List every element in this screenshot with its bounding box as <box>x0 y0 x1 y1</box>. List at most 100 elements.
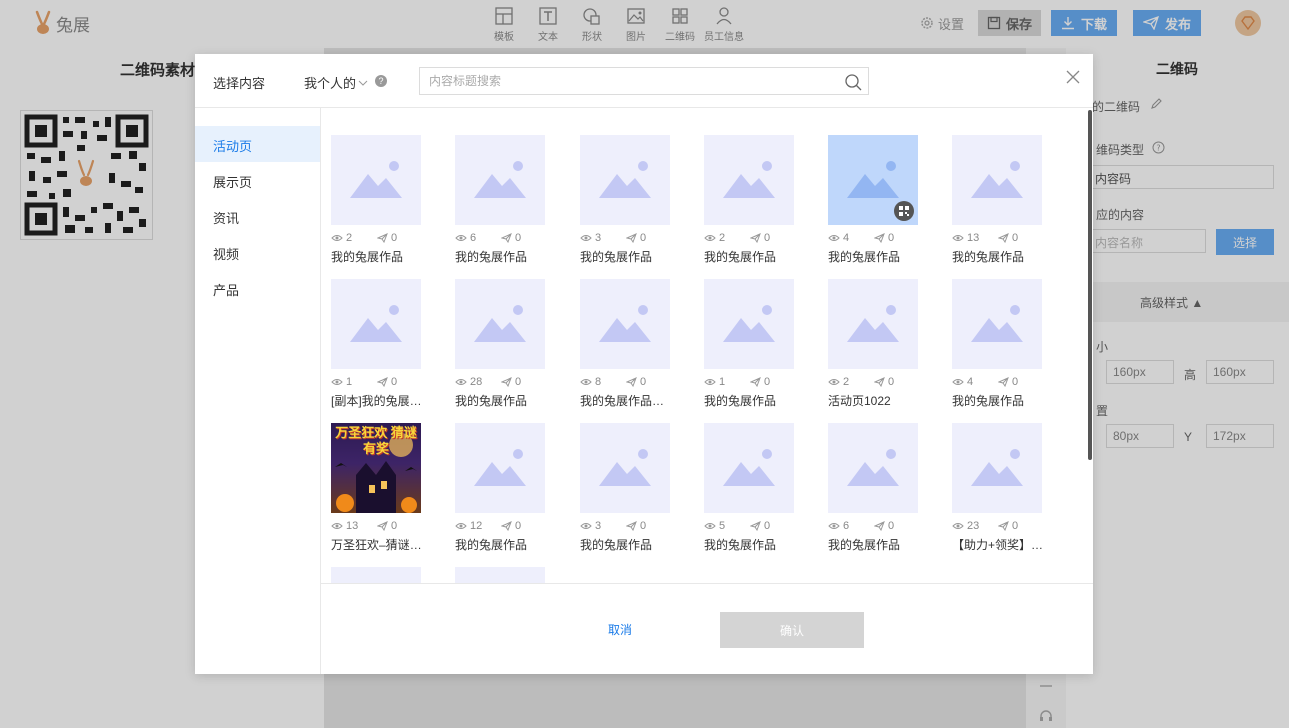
eye-icon <box>455 235 467 241</box>
content-card[interactable]: 23 0 【助力+领奖】活动 <box>952 423 1062 553</box>
eye-icon <box>580 523 592 529</box>
view-count: 2 <box>843 376 850 388</box>
eye-icon <box>704 379 716 385</box>
search-icon[interactable] <box>844 73 862 91</box>
content-card[interactable]: 5 0 我的兔展作品 <box>704 423 814 553</box>
content-card[interactable]: 4 0 我的兔展作品 <box>952 279 1062 409</box>
view-count: 4 <box>843 232 850 244</box>
image-placeholder-icon <box>474 305 526 342</box>
nav-item-activity-page[interactable]: 活动页 <box>195 126 320 162</box>
search-input[interactable] <box>420 68 830 94</box>
image-placeholder-icon <box>723 449 775 486</box>
view-count: 4 <box>967 376 974 388</box>
content-thumbnail <box>455 279 545 369</box>
nav-item-showcase-page[interactable]: 展示页 <box>195 162 320 198</box>
content-card[interactable]: 28 0 我的兔展作品 <box>455 279 565 409</box>
share-icon <box>626 233 637 243</box>
cancel-button[interactable]: 取消 <box>608 621 632 638</box>
content-thumbnail <box>828 279 918 369</box>
content-stats: 40 <box>828 232 938 244</box>
content-stats: 80 <box>580 376 690 388</box>
view-count: 2 <box>719 232 726 244</box>
content-card[interactable]: 8 0 我的兔展作品作品 <box>580 279 690 409</box>
content-grid[interactable]: 2 0 我的兔展作品 6 0 我的兔展作品 3 0 我的兔展作品 2 0 我的兔展作品 4 0 我的兔展作品… <box>321 108 1093 583</box>
content-card[interactable]: 6 0 我的兔展作品 <box>828 423 938 553</box>
halloween-poster-thumbnail: 万圣狂欢 猜谜有奖 <box>331 423 421 513</box>
content-thumbnail <box>828 423 918 513</box>
content-card[interactable]: 3 0 我的兔展作品 <box>580 135 690 265</box>
share-count: 0 <box>515 520 522 532</box>
share-icon <box>998 521 1009 531</box>
dialog-header: 选择内容 我个人的 ? <box>195 54 1093 108</box>
nav-item-news[interactable]: 资讯 <box>195 198 320 234</box>
content-thumbnail <box>580 423 670 513</box>
eye-icon <box>331 235 343 241</box>
content-title: 我的兔展作品 <box>704 538 777 552</box>
content-card-partial[interactable] <box>455 567 565 583</box>
share-count: 0 <box>1012 376 1019 388</box>
help-icon[interactable]: ? <box>375 75 387 87</box>
content-thumbnail <box>580 135 670 225</box>
content-stats: 10 <box>331 376 441 388</box>
content-thumbnail <box>455 423 545 513</box>
view-count: 28 <box>470 376 483 388</box>
content-stats: 20 <box>331 232 441 244</box>
eye-icon <box>455 523 467 529</box>
content-title: 我的兔展作品 <box>580 250 653 264</box>
chevron-down-icon <box>358 80 368 86</box>
content-card[interactable]: 6 0 我的兔展作品 <box>455 135 565 265</box>
eye-icon <box>455 379 467 385</box>
share-icon <box>377 521 388 531</box>
share-icon <box>874 521 885 531</box>
scope-dropdown[interactable]: 我个人的 <box>304 73 368 92</box>
content-card[interactable]: 2 0 活动页1022 <box>828 279 938 409</box>
content-stats: 40 <box>952 376 1062 388</box>
content-thumbnail <box>952 135 1042 225</box>
content-title: 活动页1022 <box>828 394 891 408</box>
content-stats: 30 <box>580 520 690 532</box>
content-card[interactable]: 4 0 我的兔展作品 <box>828 135 938 265</box>
share-count: 0 <box>764 232 771 244</box>
view-count: 13 <box>967 232 980 244</box>
share-icon <box>377 233 388 243</box>
share-count: 0 <box>391 520 398 532</box>
share-count: 0 <box>1012 520 1019 532</box>
content-card[interactable]: 2 0 我的兔展作品 <box>704 135 814 265</box>
content-title: 我的兔展作品 <box>828 538 901 552</box>
confirm-button[interactable]: 确认 <box>720 612 864 648</box>
content-card-partial[interactable] <box>331 567 441 583</box>
content-card[interactable]: 3 0 我的兔展作品 <box>580 423 690 553</box>
content-stats: 10 <box>704 376 814 388</box>
content-title: 我的兔展作品 <box>704 394 777 408</box>
share-icon <box>874 377 885 387</box>
share-count: 0 <box>1012 232 1019 244</box>
dialog-footer: 取消 确认 <box>321 583 1093 674</box>
dialog-title: 选择内容 <box>213 76 266 91</box>
share-count: 0 <box>640 232 647 244</box>
close-icon[interactable] <box>1065 69 1081 85</box>
content-card[interactable]: 万圣狂欢 猜谜有奖 13 0 万圣狂欢–猜谜有奖 <box>331 423 441 553</box>
image-placeholder-icon <box>599 305 651 342</box>
content-card[interactable]: 2 0 我的兔展作品 <box>331 135 441 265</box>
share-count: 0 <box>391 232 398 244</box>
nav-item-video[interactable]: 视频 <box>195 234 320 270</box>
view-count: 13 <box>346 520 359 532</box>
content-card[interactable]: 10[副本]我的兔展作品 <box>331 279 441 409</box>
content-title: 我的兔展作品 <box>331 250 404 264</box>
content-card[interactable]: 13 0 我的兔展作品 <box>952 135 1062 265</box>
content-card[interactable]: 12 0 我的兔展作品 <box>455 423 565 553</box>
qrcode-badge-icon[interactable] <box>894 201 914 221</box>
share-icon <box>501 233 512 243</box>
content-stats: 30 <box>580 232 690 244</box>
search-box <box>419 67 869 95</box>
poster-title: 万圣狂欢 猜谜有奖 <box>335 425 417 456</box>
nav-item-product[interactable]: 产品 <box>195 270 320 306</box>
content-title: 【助力+领奖】活动 <box>952 538 1044 552</box>
view-count: 12 <box>470 520 483 532</box>
eye-icon <box>952 235 964 241</box>
share-icon <box>998 377 1009 387</box>
content-scrollbar[interactable] <box>1088 110 1092 460</box>
content-card[interactable]: 1 0 我的兔展作品 <box>704 279 814 409</box>
view-count: 8 <box>595 376 602 388</box>
content-title: 我的兔展作品作品 <box>580 394 672 408</box>
